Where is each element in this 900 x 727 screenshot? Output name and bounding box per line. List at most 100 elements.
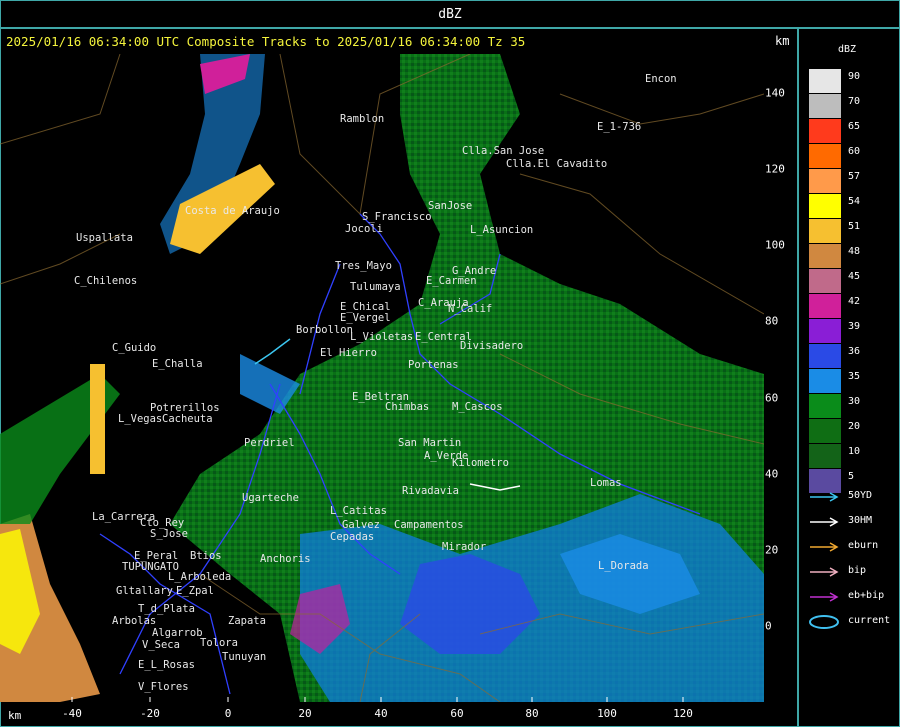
- track-legend-label: bip: [848, 565, 867, 576]
- legend-swatch-35: [809, 369, 841, 393]
- place-label: N_Calif: [448, 303, 492, 315]
- place-label: Cepadas: [330, 531, 374, 543]
- legend-swatch-39: [809, 319, 841, 343]
- legend-swatch-label: 65: [848, 121, 861, 132]
- unit-label-bottom: km: [8, 709, 22, 722]
- place-label: Tolora: [200, 637, 238, 649]
- place-label: E_Challa: [152, 358, 203, 370]
- track-legend-label: current: [848, 615, 891, 626]
- place-label: Zapata: [228, 615, 266, 627]
- place-label: C_Chilenos: [74, 275, 137, 287]
- place-label: Algarrob: [152, 627, 203, 639]
- place-label: Ramblon: [340, 113, 384, 125]
- place-label: L_Dorada: [598, 560, 649, 572]
- place-label: C_Guido: [112, 342, 156, 354]
- place-label: Jocoli: [345, 223, 383, 235]
- place-label: L_Asuncion: [470, 224, 533, 236]
- place-label: Clla.El Cavadito: [506, 158, 607, 170]
- place-label: L_Catitas: [330, 505, 387, 517]
- legend-swatch-label: 60: [848, 146, 861, 157]
- y-tick-label: 20: [765, 543, 779, 557]
- legend-swatch-label: 51: [848, 221, 861, 232]
- place-label: Costa de Araujo: [185, 205, 280, 217]
- y-tick-label: 0: [765, 619, 772, 633]
- place-label: Kilometro: [452, 457, 509, 469]
- place-label: E_Zpal: [176, 585, 214, 597]
- y-tick-label: 80: [765, 314, 779, 328]
- legend-swatch-label: 36: [848, 346, 861, 357]
- legend-swatch-label: 10: [848, 446, 861, 457]
- legend-swatch-45: [809, 269, 841, 293]
- track-legend-30HM: 30HM: [808, 515, 898, 529]
- x-tick-label: -20: [140, 707, 160, 720]
- legend-swatch-90: [809, 69, 841, 93]
- legend-swatch-label: 39: [848, 321, 861, 332]
- track-legend-label: eburn: [848, 540, 879, 551]
- place-label: Gltallary: [116, 585, 173, 597]
- legend-swatch-label: 42: [848, 296, 861, 307]
- place-label: S_Francisco: [362, 211, 432, 223]
- y-tick-label: 100: [765, 238, 785, 252]
- place-label: El Hierro: [320, 347, 377, 359]
- place-label: Mirador: [442, 541, 486, 553]
- x-tick-label: -40: [62, 707, 82, 720]
- legend-swatch-label: 54: [848, 196, 861, 207]
- legend-title: dBZ: [838, 44, 857, 55]
- place-label: Galvez: [342, 519, 380, 531]
- x-tick-label: 80: [525, 707, 539, 720]
- track-legend-eb+bip: eb+bip: [808, 590, 898, 604]
- track-legend-bip: bip: [808, 565, 898, 579]
- place-label: M_Cascos: [452, 401, 503, 413]
- legend-swatch-10: [809, 444, 841, 468]
- place-label: E_1-736: [597, 121, 641, 133]
- place-label: E_L_Rosas: [138, 659, 195, 671]
- y-tick-label: 120: [765, 162, 785, 176]
- legend-swatch-65: [809, 119, 841, 143]
- place-label: Portenas: [408, 359, 459, 371]
- legend-swatch-label: 48: [848, 246, 861, 257]
- x-tick-label: 0: [224, 707, 232, 720]
- legend-swatch-20: [809, 419, 841, 443]
- place-label: V_Seca: [142, 639, 180, 651]
- place-label: SanJose: [428, 200, 472, 212]
- window-title: dBZ: [438, 7, 462, 22]
- legend-swatch-42: [809, 294, 841, 318]
- unit-label-top: km: [775, 34, 790, 48]
- place-label: Lomas: [590, 477, 622, 489]
- place-label: Perdriel: [244, 437, 295, 449]
- track-legend-50YD: 50YD: [808, 490, 898, 504]
- track-legend-label: 50YD: [848, 490, 873, 501]
- legend-swatch-36: [809, 344, 841, 368]
- legend-swatch-label: 30: [848, 396, 861, 407]
- place-label: E_Vergel: [340, 312, 391, 324]
- composite-track-header: 2025/01/16 06:34:00 UTC Composite Tracks…: [6, 34, 526, 49]
- window-title-bar: dBZ: [0, 0, 900, 28]
- place-label: Chimbas: [385, 401, 429, 413]
- place-label: Cacheuta: [162, 413, 213, 425]
- legend-swatch-54: [809, 194, 841, 218]
- place-label: E_Carmen: [426, 275, 477, 287]
- x-tick-label: 60: [450, 707, 464, 720]
- place-label: Clla.San Jose: [462, 145, 544, 157]
- x-tick-label: 40: [374, 707, 388, 720]
- legend-swatch-label: 90: [848, 71, 861, 82]
- radar-reflectivity-map[interactable]: Ramblon Encon E_1-736 Clla.San JoseClla.El …: [0, 54, 764, 702]
- place-label: T_d_Plata: [138, 603, 195, 615]
- y-tick-label: 140: [765, 86, 785, 100]
- place-label: L_Vegas: [118, 413, 162, 425]
- x-tick-label: 20: [298, 707, 312, 720]
- place-label: Anchoris: [260, 553, 311, 565]
- x-tick-label: 100: [597, 707, 617, 720]
- place-label: Arbolas: [112, 615, 156, 627]
- legend-swatch-51: [809, 219, 841, 243]
- place-label: S_Jose: [150, 528, 188, 540]
- legend-swatch-label: 35: [848, 371, 861, 382]
- legend-swatch-label: 45: [848, 271, 861, 282]
- track-legend-current: current: [808, 615, 898, 629]
- track-legend-eburn: eburn: [808, 540, 898, 554]
- x-tick-label: 120: [673, 707, 693, 720]
- reflectivity-field: [0, 54, 764, 702]
- place-label: Rivadavia: [402, 485, 459, 497]
- place-label: L_Arboleda: [168, 571, 231, 583]
- legend-swatch-57: [809, 169, 841, 193]
